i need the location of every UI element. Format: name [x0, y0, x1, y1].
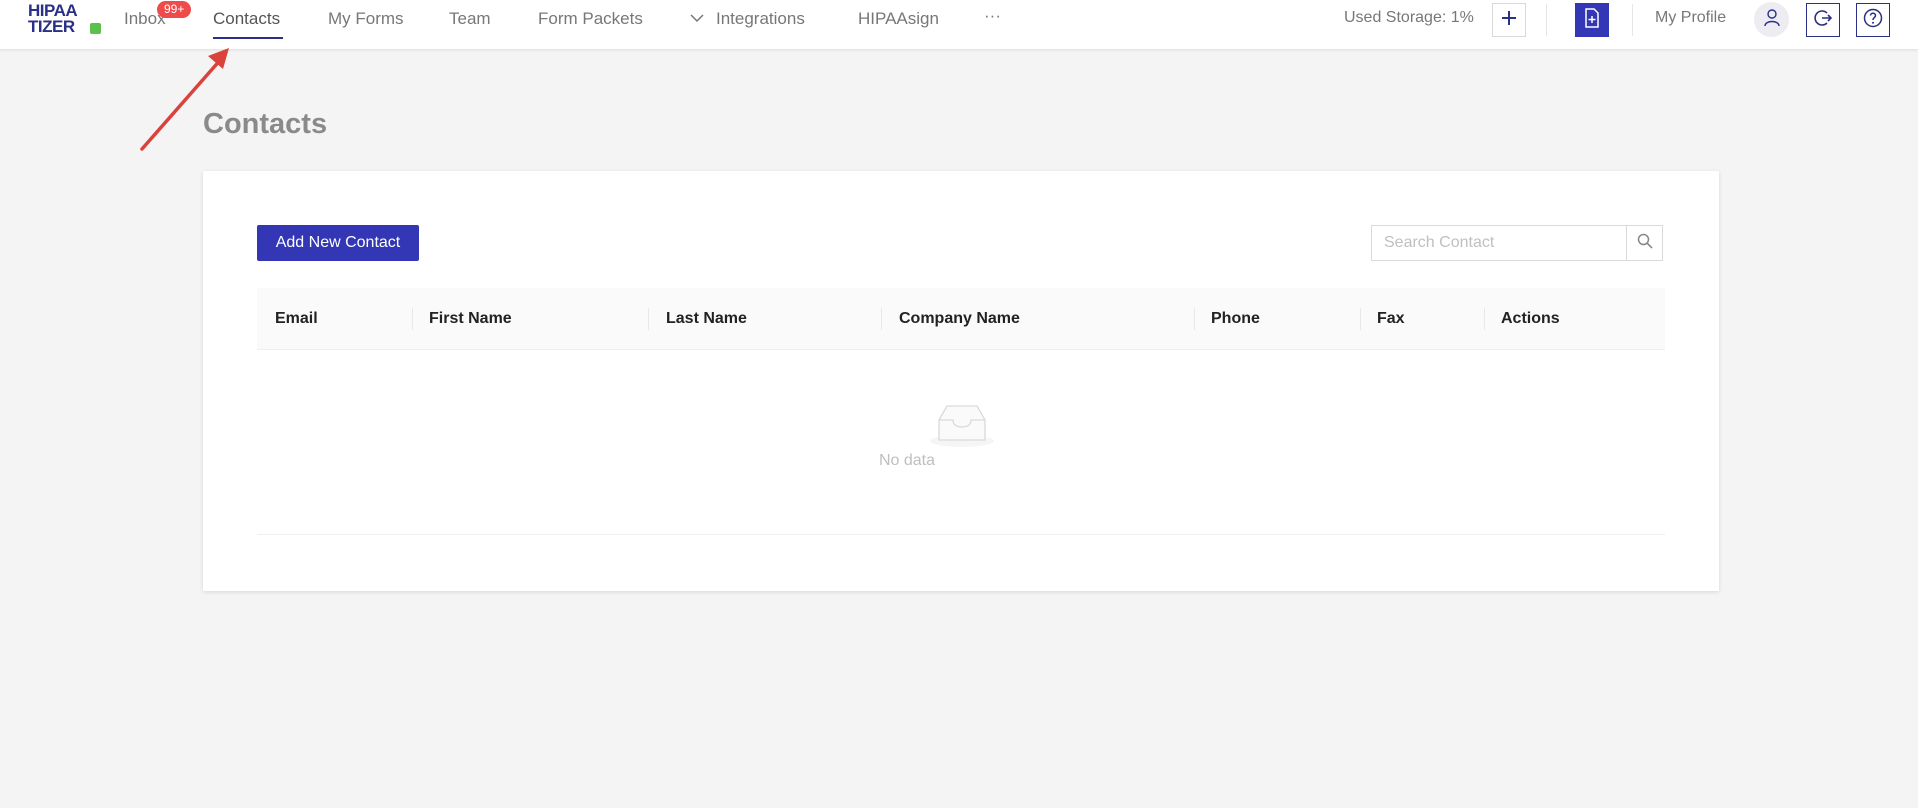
column-divider	[881, 308, 882, 330]
search-button[interactable]	[1626, 226, 1662, 260]
nav-hipaasign[interactable]: HIPAAsign	[858, 9, 939, 31]
nav-my-forms-label: My Forms	[328, 9, 404, 28]
column-divider	[412, 308, 413, 330]
nav-team[interactable]: Team	[449, 9, 491, 31]
nav-form-packets-label: Form Packets	[538, 9, 643, 28]
help-button[interactable]	[1856, 3, 1890, 37]
column-header-last-name[interactable]: Last Name	[666, 288, 747, 350]
my-profile-link[interactable]: My Profile	[1655, 9, 1726, 27]
document-add-icon	[1584, 7, 1600, 33]
search-contact-input[interactable]	[1372, 226, 1626, 260]
plus-icon	[1501, 10, 1517, 31]
nav-contacts[interactable]: Contacts	[213, 9, 280, 31]
page-title: Contacts	[203, 108, 328, 140]
empty-inbox-icon	[929, 402, 995, 453]
empty-state-text: No data	[878, 452, 936, 469]
nav-team-label: Team	[449, 9, 491, 28]
column-divider	[648, 308, 649, 330]
add-new-button[interactable]	[1492, 3, 1526, 37]
search-icon	[1637, 233, 1653, 254]
nav-my-forms[interactable]: My Forms	[328, 9, 404, 31]
column-header-phone[interactable]: Phone	[1211, 288, 1260, 350]
nav-hipaasign-label: HIPAAsign	[858, 9, 939, 28]
help-icon	[1863, 8, 1883, 33]
table-header: Email First Name Last Name Company Name …	[257, 288, 1665, 350]
logout-button[interactable]	[1806, 3, 1840, 37]
new-document-button[interactable]	[1575, 3, 1609, 37]
nav-integrations[interactable]: Integrations	[716, 9, 805, 31]
search-contact	[1371, 225, 1663, 261]
column-header-company-name[interactable]: Company Name	[899, 288, 1020, 350]
column-header-email[interactable]: Email	[275, 288, 318, 350]
nav-form-packets[interactable]: Form Packets	[538, 9, 643, 31]
chevron-down-icon[interactable]	[690, 11, 704, 28]
nav-more-ellipsis[interactable]: ···	[984, 6, 1001, 28]
nav-contacts-label: Contacts	[213, 9, 281, 28]
column-header-first-name[interactable]: First Name	[429, 288, 512, 350]
top-navigation-bar: HIPAA TIZER Inbox 99+ Contacts My Forms …	[0, 0, 1918, 50]
header-divider	[1546, 4, 1547, 36]
column-divider	[1360, 308, 1361, 330]
logo-lock-icon	[90, 23, 101, 34]
hipaatizer-logo[interactable]: HIPAA TIZER	[28, 2, 102, 37]
user-icon	[1762, 7, 1782, 32]
logout-icon	[1814, 9, 1833, 32]
add-new-contact-button[interactable]: Add New Contact	[257, 225, 419, 261]
column-header-actions: Actions	[1501, 310, 1560, 327]
contacts-card: Add New Contact Email First Name Last Na…	[203, 171, 1719, 591]
nav-more-label: ···	[984, 6, 1001, 25]
active-tab-indicator	[213, 37, 283, 39]
column-divider	[1194, 308, 1195, 330]
logo-line2: TIZER	[28, 17, 75, 36]
used-storage-text: Used Storage: 1%	[1344, 9, 1474, 26]
column-header-fax[interactable]: Fax	[1377, 288, 1405, 350]
avatar[interactable]	[1754, 2, 1789, 37]
table-empty-state	[257, 350, 1665, 535]
nav-integrations-label: Integrations	[716, 9, 805, 28]
column-divider	[1484, 308, 1485, 330]
inbox-count-badge: 99+	[157, 1, 192, 18]
header-divider	[1632, 4, 1633, 36]
